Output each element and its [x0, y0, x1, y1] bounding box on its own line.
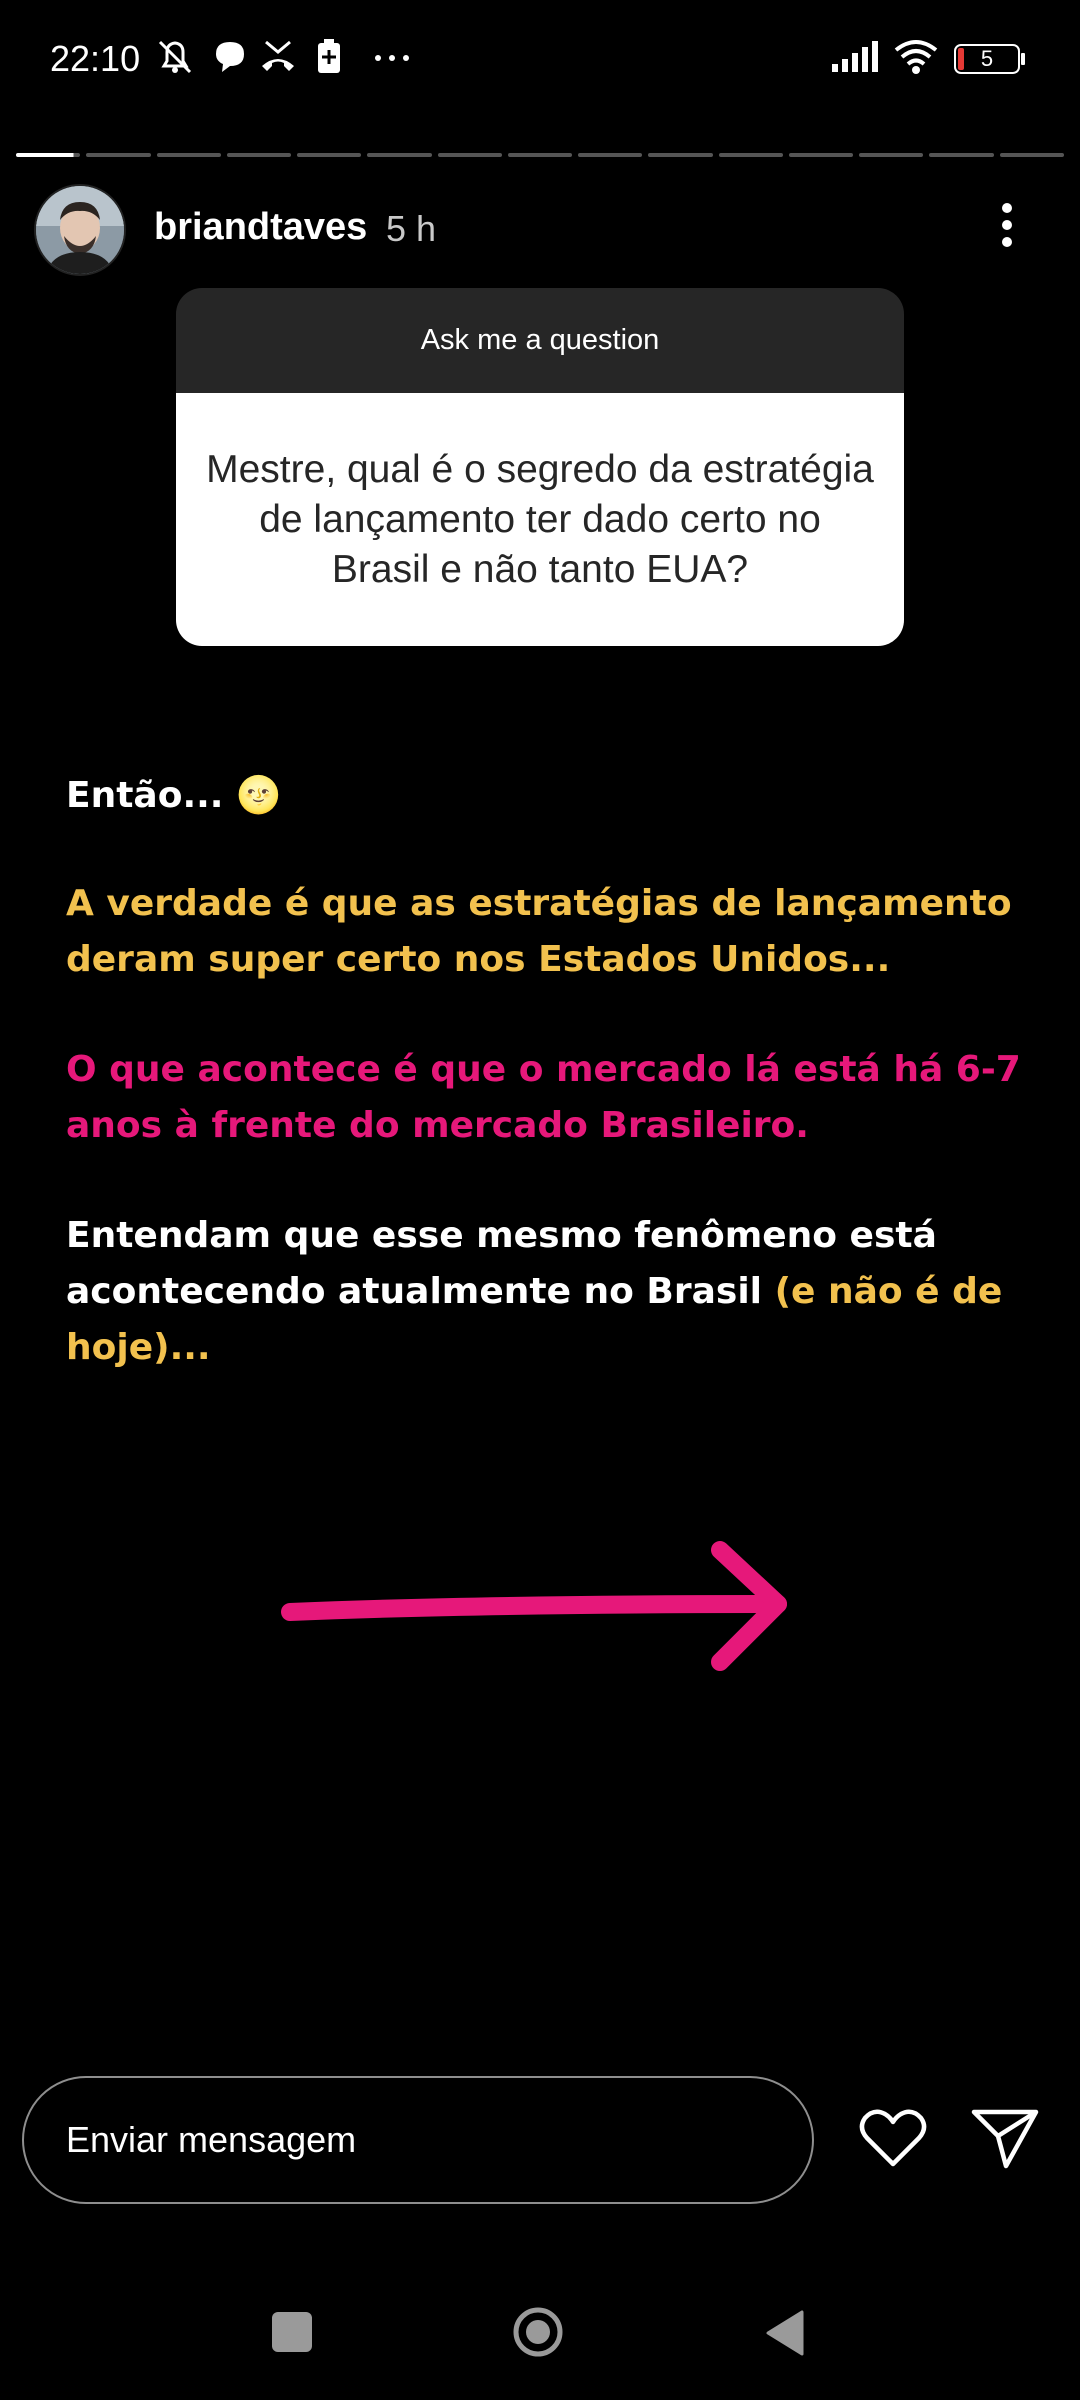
story-progress-segment	[718, 153, 783, 157]
battery-level: 5	[980, 46, 994, 71]
question-sticker-text: Mestre, qual é o segredo da estratégia d…	[176, 393, 904, 646]
story-text-intro: Então... 🌝	[66, 775, 281, 816]
missed-call-icon	[262, 40, 294, 71]
wifi-icon	[894, 40, 938, 74]
send-direct-icon[interactable]	[970, 2106, 1040, 2170]
story-progress-bar	[16, 153, 1064, 157]
story-text-white: Entendam que esse mesmo fenômeno está ac…	[66, 1208, 1026, 1376]
battery-fill	[958, 48, 964, 70]
story-progress-segment	[16, 153, 81, 157]
story-progress-segment	[367, 153, 432, 157]
home-button[interactable]	[512, 2306, 564, 2358]
battery-saver-icon	[318, 39, 340, 73]
question-sticker[interactable]: Ask me a question Mestre, qual é o segre…	[176, 288, 904, 646]
story-progress-segment	[578, 153, 643, 157]
right-arrow-drawing	[281, 1541, 787, 1671]
like-heart-icon[interactable]	[858, 2106, 928, 2170]
avatar-photo	[36, 186, 124, 274]
story-progress-segment	[507, 153, 573, 157]
story-text-yellow: A verdade é que as estratégias de lançam…	[66, 883, 1012, 980]
story-text-pink: O que acontece é que o mercado lá está h…	[66, 1049, 1021, 1146]
story-time-ago: 5 h	[386, 208, 437, 249]
back-button[interactable]	[762, 2308, 808, 2358]
story-progress-segment	[437, 153, 502, 157]
story-progress-segment	[226, 153, 292, 157]
more-options-icon[interactable]	[1000, 202, 1014, 248]
question-sticker-header: Ask me a question	[176, 288, 904, 393]
story-progress-segment	[86, 153, 151, 157]
chat-bubble-icon	[216, 42, 244, 72]
send-message-input[interactable]: Enviar mensagem	[22, 2076, 814, 2204]
signal-icon	[832, 41, 878, 72]
story-progress-segment	[859, 153, 924, 157]
story-progress-segment	[156, 153, 221, 157]
avatar[interactable]	[34, 184, 126, 276]
story-progress-segment	[999, 153, 1064, 157]
story-progress-segment	[297, 153, 362, 157]
status-bar: 22:10 5	[0, 0, 1080, 120]
battery-tip	[1021, 53, 1025, 65]
story-progress-segment	[929, 153, 994, 157]
send-message-placeholder: Enviar mensagem	[66, 2119, 357, 2160]
more-dots-icon	[375, 55, 409, 61]
mute-bell-icon	[158, 40, 192, 74]
story-username[interactable]: briandtaves	[154, 206, 367, 249]
story-progress-segment	[788, 153, 854, 157]
story-progress-segment	[648, 153, 713, 157]
status-clock: 22:10	[50, 38, 141, 79]
recent-apps-button[interactable]	[272, 2312, 312, 2352]
